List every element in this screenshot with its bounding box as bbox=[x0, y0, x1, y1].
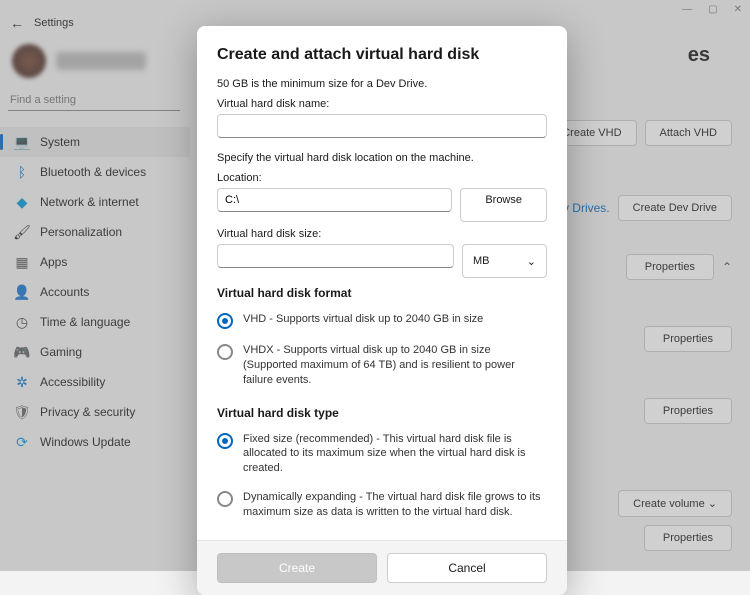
size-unit-select[interactable]: MB⌄ bbox=[462, 244, 547, 278]
location-label: Location: bbox=[217, 172, 547, 184]
chevron-down-icon: ⌄ bbox=[527, 255, 536, 268]
name-label: Virtual hard disk name: bbox=[217, 98, 547, 110]
location-input[interactable] bbox=[217, 188, 452, 212]
radio-icon bbox=[217, 344, 233, 360]
browse-button[interactable]: Browse bbox=[460, 188, 547, 222]
format-heading: Virtual hard disk format bbox=[217, 286, 547, 300]
type-option-dynamic[interactable]: Dynamically expanding - The virtual hard… bbox=[217, 486, 547, 530]
format-option-vhdx[interactable]: VHDX - Supports virtual disk up to 2040 … bbox=[217, 339, 547, 398]
type-option-fixed[interactable]: Fixed size (recommended) - This virtual … bbox=[217, 428, 547, 487]
radio-icon bbox=[217, 433, 233, 449]
radio-icon bbox=[217, 491, 233, 507]
size-label: Virtual hard disk size: bbox=[217, 228, 547, 240]
create-button[interactable]: Create bbox=[217, 553, 377, 583]
cancel-button[interactable]: Cancel bbox=[387, 553, 547, 583]
radio-icon bbox=[217, 313, 233, 329]
location-intro: Specify the virtual hard disk location o… bbox=[217, 152, 547, 164]
format-option-vhd[interactable]: VHD - Supports virtual disk up to 2040 G… bbox=[217, 308, 547, 339]
vhd-name-input[interactable] bbox=[217, 114, 547, 138]
create-vhd-dialog: Create and attach virtual hard disk 50 G… bbox=[197, 26, 567, 595]
type-heading: Virtual hard disk type bbox=[217, 406, 547, 420]
size-input[interactable] bbox=[217, 244, 454, 268]
dialog-title: Create and attach virtual hard disk bbox=[217, 46, 547, 64]
min-size-text: 50 GB is the minimum size for a Dev Driv… bbox=[217, 78, 547, 90]
